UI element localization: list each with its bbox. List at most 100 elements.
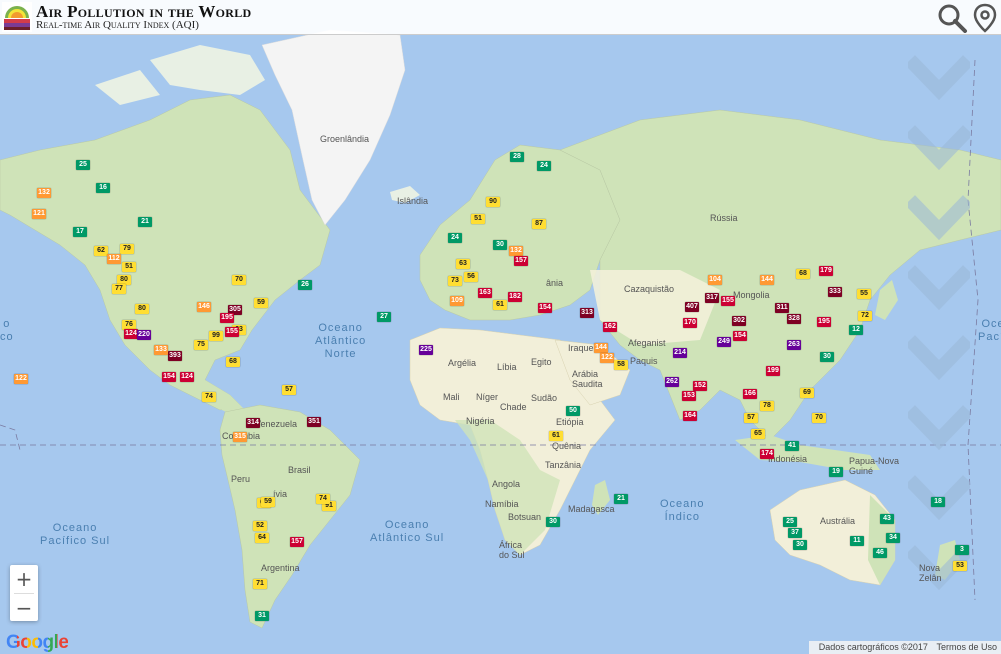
aqi-marker[interactable]: 195	[817, 317, 831, 327]
aqi-marker[interactable]: 43	[880, 514, 894, 524]
aqi-marker[interactable]: 99	[209, 331, 223, 341]
aqi-marker[interactable]: 153	[682, 391, 696, 401]
aqi-marker[interactable]: 70	[812, 413, 826, 423]
aqi-marker[interactable]: 11	[850, 536, 864, 546]
aqi-marker[interactable]: 80	[135, 304, 149, 314]
aqi-marker[interactable]: 61	[493, 300, 507, 310]
aqi-marker[interactable]: 90	[486, 197, 500, 207]
aqi-marker[interactable]: 109	[450, 296, 464, 306]
aqi-marker[interactable]: 133	[154, 345, 168, 355]
aqi-marker[interactable]: 51	[471, 214, 485, 224]
location-icon[interactable]	[970, 3, 1000, 33]
aqi-marker[interactable]: 50	[566, 406, 580, 416]
aqi-marker[interactable]: 26	[298, 280, 312, 290]
aqi-marker[interactable]: 30	[820, 352, 834, 362]
aqi-marker[interactable]: 302	[732, 316, 746, 326]
aqi-marker[interactable]: 199	[766, 366, 780, 376]
aqi-marker[interactable]: 104	[708, 275, 722, 285]
aqi-marker[interactable]: 170	[683, 318, 697, 328]
aqi-marker[interactable]: 64	[255, 533, 269, 543]
aqi-marker[interactable]: 122	[600, 353, 614, 363]
aqi-marker[interactable]: 328	[787, 314, 801, 324]
aqi-marker[interactable]: 69	[800, 388, 814, 398]
aqi-marker[interactable]: 55	[857, 289, 871, 299]
aqi-marker[interactable]: 21	[138, 217, 152, 227]
aqi-marker[interactable]: 59	[261, 497, 275, 507]
aqi-marker[interactable]: 30	[493, 240, 507, 250]
aqi-marker[interactable]: 333	[828, 287, 842, 297]
aqi-marker[interactable]: 144	[760, 275, 774, 285]
aqi-marker[interactable]: 182	[508, 292, 522, 302]
aqi-marker[interactable]: 77	[112, 284, 126, 294]
aqi-marker[interactable]: 30	[546, 517, 560, 527]
aqi-marker[interactable]: 53	[953, 561, 967, 571]
aqi-marker[interactable]: 52	[253, 521, 267, 531]
aqi-marker[interactable]: 313	[580, 308, 594, 318]
aqi-marker[interactable]: 174	[760, 449, 774, 459]
aqi-marker[interactable]: 87	[532, 219, 546, 229]
aqi-marker[interactable]: 157	[290, 537, 304, 547]
aqi-marker[interactable]: 17	[73, 227, 87, 237]
zoom-out-button[interactable]: −	[10, 594, 38, 622]
aqi-marker[interactable]: 262	[665, 377, 679, 387]
aqi-marker[interactable]: 68	[796, 269, 810, 279]
aqi-marker[interactable]: 37	[788, 528, 802, 538]
aqi-marker[interactable]: 34	[886, 533, 900, 543]
aqi-marker[interactable]: 155	[225, 327, 239, 337]
aqi-marker[interactable]: 179	[819, 266, 833, 276]
aqi-marker[interactable]: 124	[180, 372, 194, 382]
aqi-marker[interactable]: 65	[751, 429, 765, 439]
aqi-marker[interactable]: 154	[538, 303, 552, 313]
aqi-marker[interactable]: 393	[168, 351, 182, 361]
aqi-marker[interactable]: 71	[253, 579, 267, 589]
aqi-marker[interactable]: 12	[849, 325, 863, 335]
aqi-marker[interactable]: 314	[246, 418, 260, 428]
aqi-marker[interactable]: 162	[603, 322, 617, 332]
aqi-marker[interactable]: 25	[76, 160, 90, 170]
aqi-marker[interactable]: 154	[162, 372, 176, 382]
aqi-marker[interactable]: 59	[254, 298, 268, 308]
aqi-marker[interactable]: 41	[785, 441, 799, 451]
aqi-marker[interactable]: 46	[873, 548, 887, 558]
map-data-attribution[interactable]: Dados cartográficos ©2017	[819, 642, 928, 652]
terms-link[interactable]: Termos de Uso	[936, 642, 997, 652]
aqi-marker[interactable]: 317	[705, 293, 719, 303]
aqi-marker[interactable]: 121	[32, 209, 46, 219]
aqi-marker[interactable]: 155	[721, 296, 735, 306]
aqi-marker[interactable]: 195	[220, 313, 234, 323]
aqi-marker[interactable]: 63	[456, 259, 470, 269]
aqi-marker[interactable]: 214	[673, 348, 687, 358]
google-logo[interactable]: Google	[6, 632, 69, 654]
aqi-marker[interactable]: 124	[124, 329, 138, 339]
aqi-marker[interactable]: 157	[514, 256, 528, 266]
aqi-marker[interactable]: 75	[194, 340, 208, 350]
aqi-marker[interactable]: 249	[717, 337, 731, 347]
aqi-marker[interactable]: 51	[122, 262, 136, 272]
aqi-marker[interactable]: 3	[955, 545, 969, 555]
aqi-marker[interactable]: 122	[14, 374, 28, 384]
aqi-marker[interactable]: 27	[377, 312, 391, 322]
aqi-marker[interactable]: 132	[509, 246, 523, 256]
aqi-marker[interactable]: 25	[783, 517, 797, 527]
aqi-marker[interactable]: 74	[316, 494, 330, 504]
aqi-marker[interactable]: 74	[202, 392, 216, 402]
aqi-marker[interactable]: 351	[307, 417, 321, 427]
aqi-marker[interactable]: 146	[197, 302, 211, 312]
aqi-marker[interactable]: 132	[37, 188, 51, 198]
aqi-marker[interactable]: 315	[233, 432, 247, 442]
aqi-marker[interactable]: 24	[537, 161, 551, 171]
zoom-in-button[interactable]: +	[10, 565, 38, 593]
aqi-marker[interactable]: 73	[448, 276, 462, 286]
aqi-marker[interactable]: 21	[614, 494, 628, 504]
aqi-marker[interactable]: 62	[94, 246, 108, 256]
aqi-marker[interactable]: 72	[858, 311, 872, 321]
aqi-marker[interactable]: 407	[685, 302, 699, 312]
aqi-marker[interactable]: 68	[226, 357, 240, 367]
aqi-marker[interactable]: 57	[744, 413, 758, 423]
aqi-marker[interactable]: 56	[464, 272, 478, 282]
aqi-marker[interactable]: 28	[510, 152, 524, 162]
aqi-marker[interactable]: 24	[448, 233, 462, 243]
aqi-marker[interactable]: 144	[594, 343, 608, 353]
aqi-marker[interactable]: 79	[120, 244, 134, 254]
aqi-marker[interactable]: 220	[137, 330, 151, 340]
